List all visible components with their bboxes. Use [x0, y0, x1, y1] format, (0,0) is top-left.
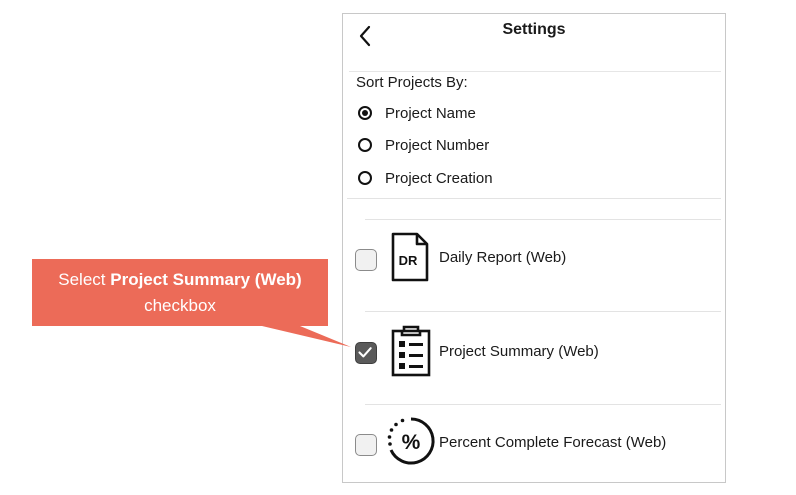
- percent-forecast-checkbox[interactable]: [355, 434, 377, 456]
- header-divider: [349, 71, 721, 72]
- daily-report-checkbox[interactable]: [355, 249, 377, 271]
- report-item-project-summary[interactable]: Project Summary (Web): [343, 321, 725, 381]
- report-item-label: Percent Complete Forecast (Web): [439, 434, 667, 451]
- page-title: Settings: [502, 21, 566, 38]
- header-bar: Settings: [343, 14, 725, 72]
- percent-forecast-icon-text: %: [402, 431, 421, 454]
- daily-report-icon-text: DR: [399, 253, 418, 268]
- callout-prefix: Select: [58, 269, 111, 289]
- clipboard-list-icon: [391, 325, 431, 377]
- sort-option-label: Project Creation: [385, 169, 493, 187]
- sort-section-label: Sort Projects By:: [356, 74, 468, 91]
- radio-button-selected[interactable]: [358, 106, 372, 120]
- report-item-percent-complete-forecast[interactable]: % Percent Complete Forecast (Web): [343, 414, 725, 474]
- instruction-callout: Select Project Summary (Web) checkbox: [32, 259, 328, 326]
- sort-option-label: Project Number: [385, 136, 490, 154]
- item-divider: [365, 311, 721, 312]
- section-divider: [365, 219, 721, 220]
- checkmark-icon: [358, 347, 372, 358]
- item-divider: [365, 404, 721, 405]
- report-item-daily-report[interactable]: DR Daily Report (Web): [343, 229, 725, 289]
- daily-report-icon: DR: [391, 232, 429, 282]
- percent-forecast-icon: %: [387, 417, 435, 465]
- sort-option-label: Project Name: [385, 104, 476, 122]
- callout-emphasis: Project Summary (Web): [110, 269, 302, 289]
- report-item-label: Project Summary (Web): [439, 343, 599, 360]
- settings-screen: Settings Sort Projects By: Project Name …: [342, 13, 726, 483]
- radio-button[interactable]: [358, 171, 372, 185]
- radio-button[interactable]: [358, 138, 372, 152]
- section-divider: [347, 198, 721, 199]
- sort-option-project-creation[interactable]: Project Creation: [358, 166, 493, 190]
- report-item-label: Daily Report (Web): [439, 249, 567, 266]
- sort-option-project-number[interactable]: Project Number: [358, 133, 489, 157]
- callout-line-1: Select Project Summary (Web): [58, 267, 301, 293]
- callout-line-2: checkbox: [144, 295, 216, 315]
- project-summary-checkbox[interactable]: [355, 342, 377, 364]
- sort-option-project-name[interactable]: Project Name: [358, 101, 476, 125]
